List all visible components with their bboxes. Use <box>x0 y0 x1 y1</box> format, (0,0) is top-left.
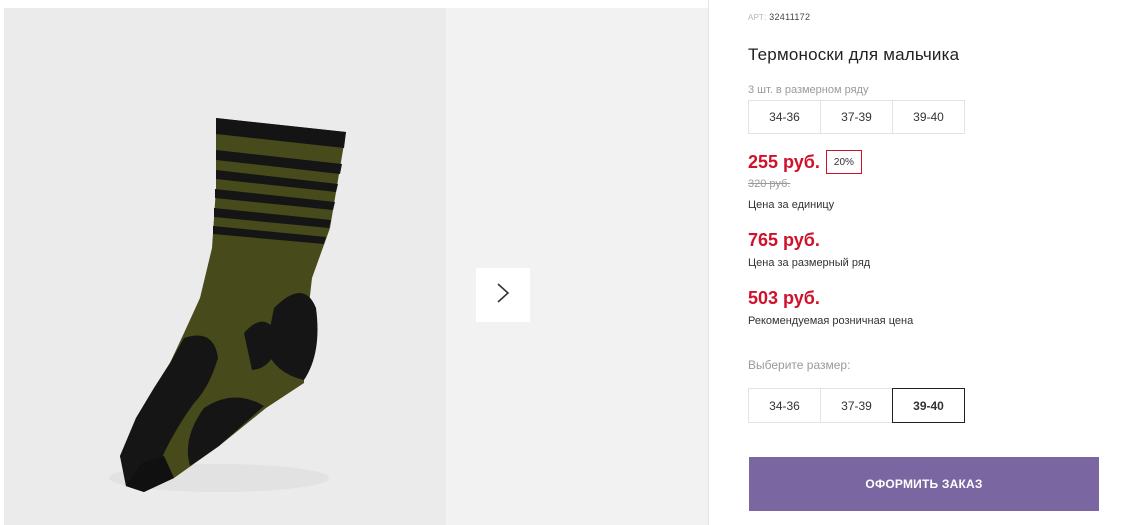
row-price: 765 руб. <box>748 230 820 250</box>
size-picker-label: Выберите размер: <box>748 358 851 372</box>
old-price: 320 руб. <box>748 178 791 190</box>
product-photo <box>4 8 446 525</box>
discount-badge: 20% <box>825 150 862 174</box>
size-row-item: 39-40 <box>892 100 965 134</box>
size-row-list: 34-36 37-39 39-40 <box>748 100 965 134</box>
sku-label: АРТ: <box>748 13 767 22</box>
size-row-item: 34-36 <box>748 100 821 134</box>
chevron-right-icon <box>496 282 510 309</box>
divider <box>708 0 709 525</box>
size-row-item: 37-39 <box>820 100 893 134</box>
gallery-next-button[interactable] <box>476 268 530 322</box>
retail-price-caption: Рекомендуемая розничная цена <box>748 315 914 327</box>
order-button[interactable]: ОФОРМИТЬ ЗАКАЗ <box>749 457 1099 511</box>
size-option[interactable]: 37-39 <box>820 388 893 423</box>
product-photo-secondary <box>446 8 708 525</box>
size-row-caption: 3 шт. в размерном ряду <box>748 84 869 96</box>
unit-price: 255 руб. <box>748 151 820 172</box>
product-title: Термоноски для мальчика <box>748 45 960 64</box>
sku: АРТ: 32411172 <box>748 12 810 22</box>
unit-price-line: 255 руб. 20% <box>748 150 862 174</box>
sock-image <box>109 118 346 492</box>
size-option[interactable]: 34-36 <box>748 388 821 423</box>
sku-value: 32411172 <box>769 12 811 22</box>
retail-price: 503 руб. <box>748 288 820 308</box>
size-option-selected[interactable]: 39-40 <box>892 388 965 423</box>
row-price-caption: Цена за размерный ряд <box>748 257 871 269</box>
size-picker: 34-36 37-39 39-40 <box>748 388 965 423</box>
product-gallery <box>4 8 708 525</box>
unit-price-caption: Цена за единицу <box>748 199 835 211</box>
